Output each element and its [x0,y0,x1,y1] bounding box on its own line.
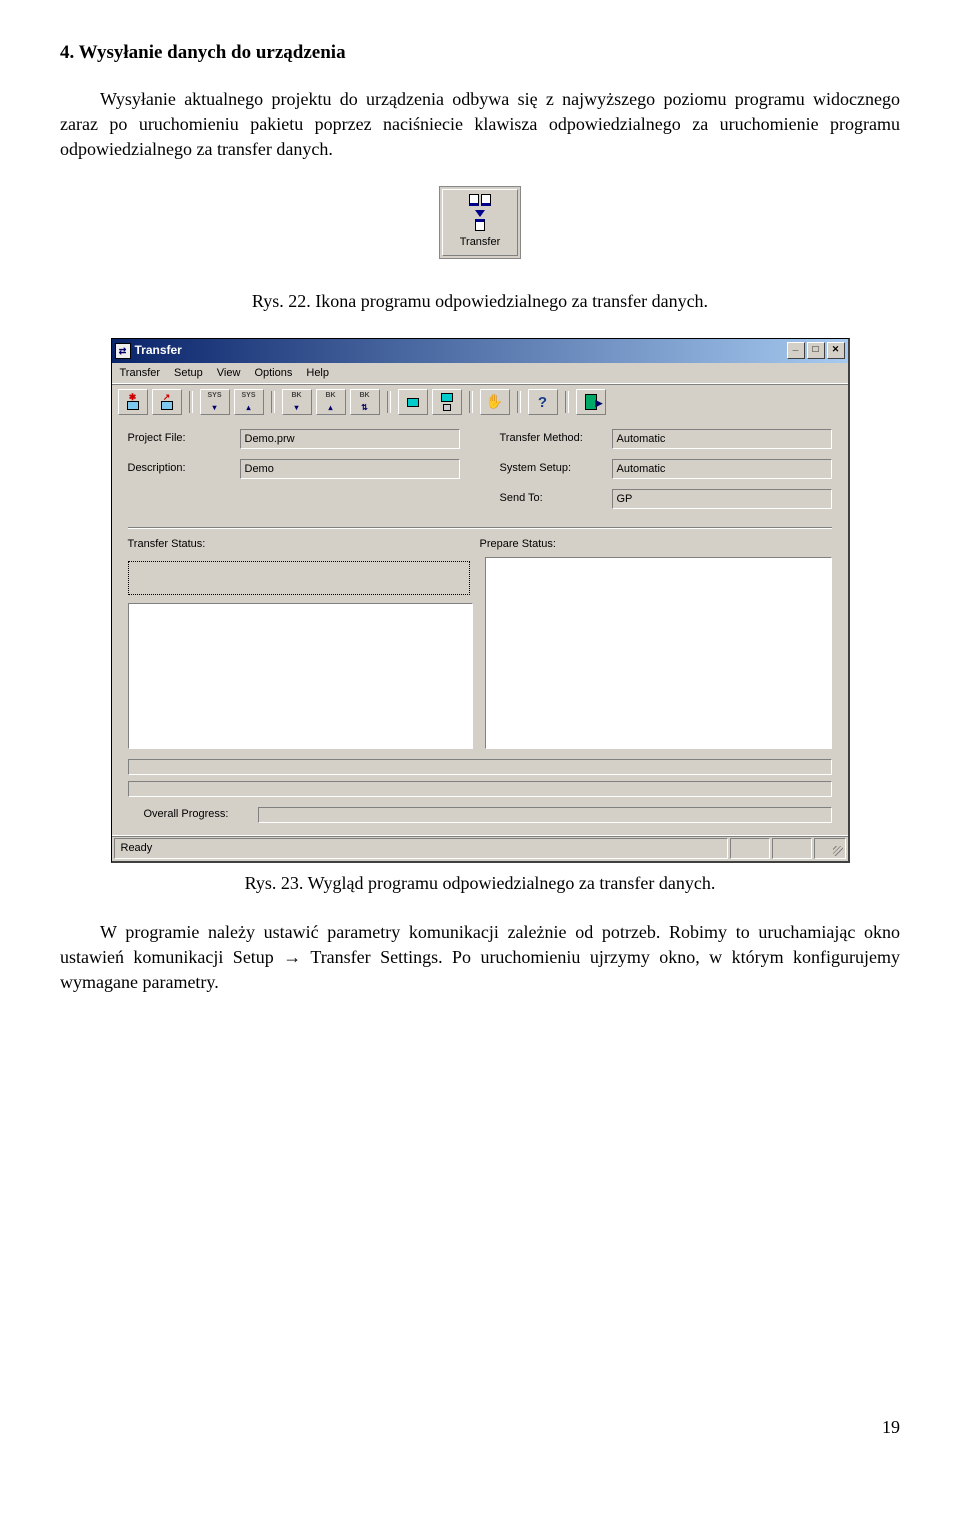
menu-options[interactable]: Options [254,366,292,381]
statusbar-pane-2 [772,838,812,859]
transfer-icon-button[interactable]: Transfer [442,189,518,255]
doc-icon [481,194,491,206]
progress-bar-2 [128,781,832,797]
toolbar-new-icon[interactable]: ✱ [118,389,148,415]
label-prepare-status: Prepare Status: [480,537,832,552]
toolbar-divider [469,391,473,413]
label-transfer-method: Transfer Method: [500,431,612,446]
transfer-window: ⇄ Transfer Transfer Setup View Options H… [111,338,850,863]
toolbar-sys-down-icon[interactable]: SYS▾ [200,389,230,415]
toolbar-divider [271,391,275,413]
page-number: 19 [60,1415,900,1440]
toolbar-divider [517,391,521,413]
value-description: Demo [240,459,460,479]
value-system-setup: Automatic [612,459,832,479]
label-overall-progress: Overall Progress: [144,807,248,822]
figure-caption-22: Rys. 22. Ikona programu odpowiedzialnego… [60,289,900,314]
toolbar-bk-swap-icon[interactable]: BK⇅ [350,389,380,415]
toolbar-help-icon[interactable]: ? [528,389,558,415]
toolbar-bk-up-icon[interactable]: BK▴ [316,389,346,415]
close-button[interactable] [827,342,845,359]
menubar: Transfer Setup View Options Help [112,363,848,385]
toolbar-device-b-icon[interactable] [432,389,462,415]
app-icon: ⇄ [115,343,131,359]
menu-setup[interactable]: Setup [174,366,203,381]
toolbar-sys-up-icon[interactable]: SYS▴ [234,389,264,415]
label-system-setup: System Setup: [500,461,612,476]
toolbar-divider [189,391,193,413]
prepare-status-box [485,557,832,749]
transfer-icon-label: Transfer [445,235,515,250]
maximize-button[interactable] [807,342,825,359]
statusbar-text: Ready [114,838,728,859]
device-icon [475,219,485,231]
paragraph-instructions: W programie należy ustawić parametry kom… [60,920,900,996]
label-transfer-status: Transfer Status: [128,537,480,552]
label-project-file: Project File: [128,431,240,446]
value-project-file: Demo.prw [240,429,460,449]
statusbar-pane-1 [730,838,770,859]
figure-caption-23: Rys. 23. Wygląd programu odpowiedzialneg… [60,871,900,896]
toolbar-stop-icon[interactable]: ✋ [480,389,510,415]
menu-transfer[interactable]: Transfer [120,366,161,381]
statusbar: Ready [112,835,848,861]
transfer-status-selection[interactable] [128,561,470,595]
toolbar-divider [387,391,391,413]
resize-grip[interactable] [814,838,846,859]
doc-icon [469,194,479,206]
value-transfer-method: Automatic [612,429,832,449]
menu-view[interactable]: View [217,366,241,381]
label-send-to: Send To: [500,491,612,506]
titlebar: ⇄ Transfer [112,339,848,363]
minimize-button[interactable] [787,342,805,359]
separator [128,527,832,529]
transfer-status-box [128,603,473,749]
toolbar-divider [565,391,569,413]
toolbar-exit-icon[interactable] [576,389,606,415]
toolbar: ✱ ↗ SYS▾ SYS▴ BK▾ BK▴ BK⇅ ✋ ? [112,385,848,419]
progress-bar-1 [128,759,832,775]
toolbar-device-a-icon[interactable] [398,389,428,415]
window-title: Transfer [135,342,785,359]
transfer-icon-button-frame: Transfer [439,186,521,258]
arrow-down-icon [475,210,485,217]
label-description: Description: [128,461,240,476]
value-send-to: GP [612,489,832,509]
paragraph-intro: Wysyłanie aktualnego projektu do urządze… [60,87,900,163]
toolbar-bk-down-icon[interactable]: BK▾ [282,389,312,415]
menu-help[interactable]: Help [306,366,329,381]
section-heading: 4. Wysyłanie danych do urządzenia [60,40,900,67]
toolbar-open-icon[interactable]: ↗ [152,389,182,415]
overall-progress-bar [258,807,832,823]
